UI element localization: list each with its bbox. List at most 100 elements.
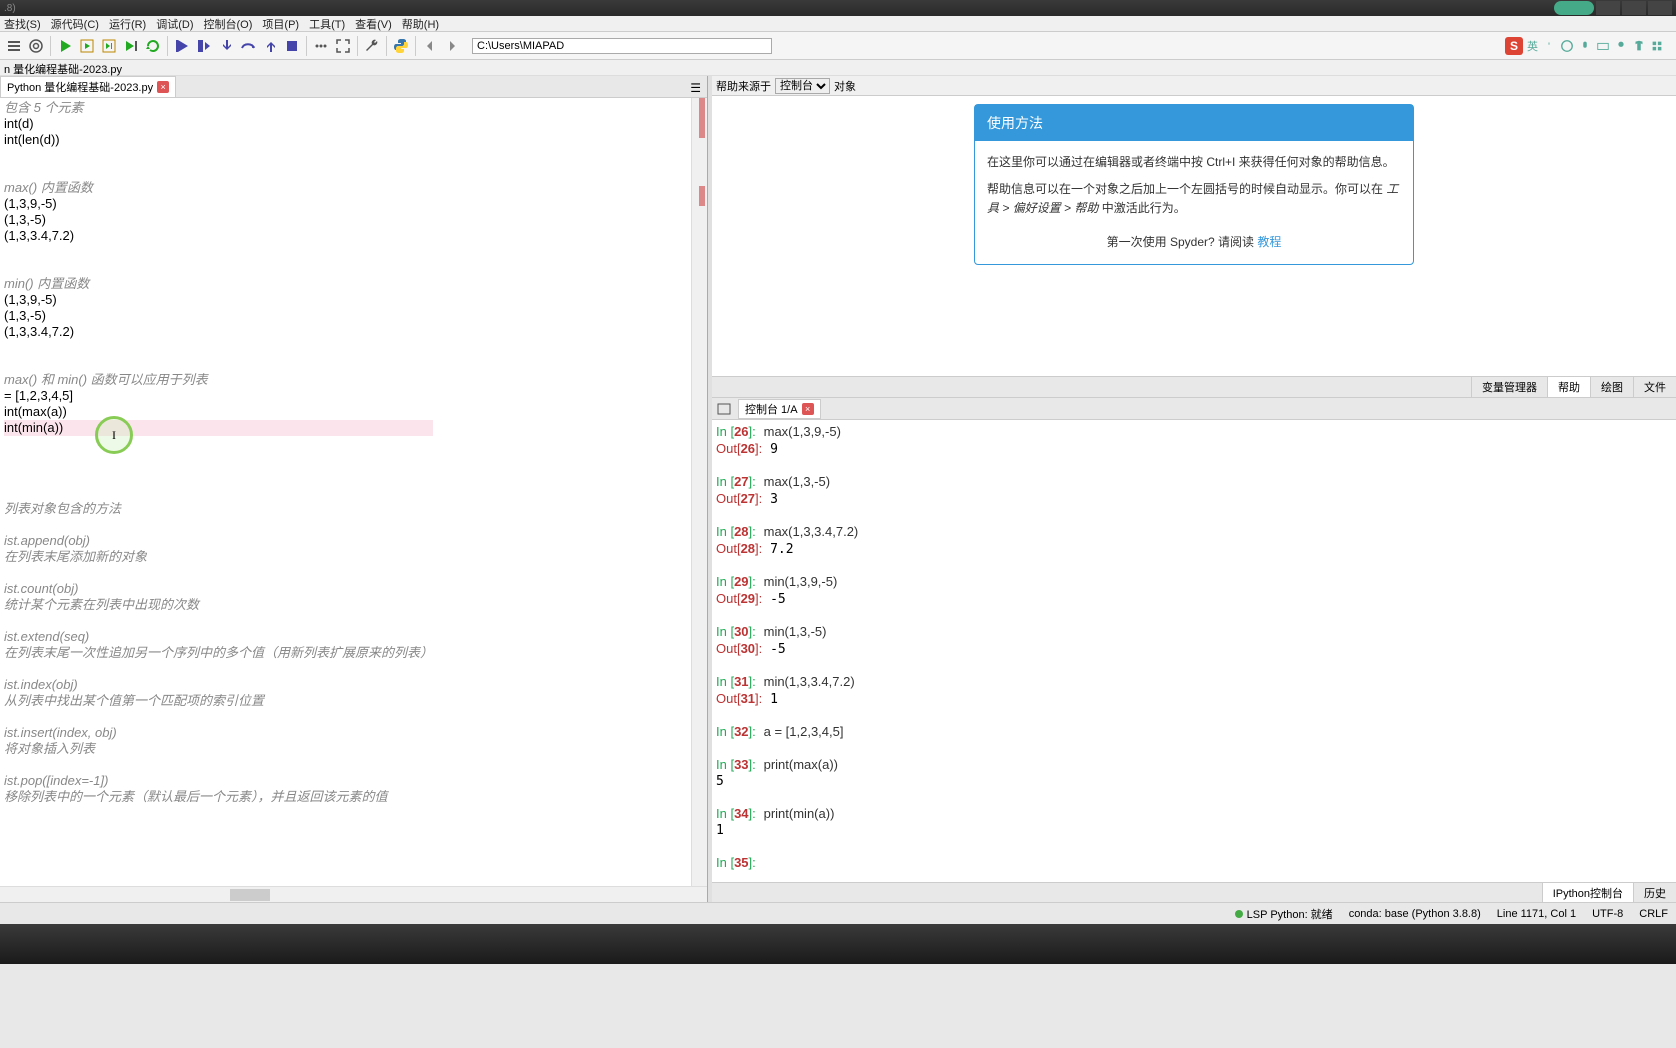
ime-face-icon[interactable] [1560,39,1574,53]
menu-tools[interactable]: 工具(T) [309,16,345,32]
panel-tabs: 变量管理器 帮助 绘图 文件 [712,376,1676,398]
scroll-marker [699,186,705,206]
menu-console[interactable]: 控制台(O) [204,16,253,32]
stop-icon[interactable] [282,36,302,56]
help-object-label: 对象 [834,78,856,94]
help-source-select[interactable]: 控制台 [775,78,830,94]
console-tab-label: 控制台 1/A [745,401,798,417]
bottom-tabs: IPython控制台 历史 [712,882,1676,902]
console-icon[interactable] [716,401,732,417]
filepath-bar: n 量化编程基础-2023.py [0,60,1676,76]
run-cell-icon[interactable] [77,36,97,56]
rerun-icon[interactable] [143,36,163,56]
ime-keyboard-icon[interactable] [1596,39,1610,53]
editor-panel: Python 量化编程基础-2023.py × ☰ 包含 5 个元素int(d)… [0,76,708,902]
close-button[interactable] [1648,1,1672,15]
help-title: 使用方法 [975,105,1413,141]
help-text-1: 在这里你可以通过在编辑器或者终端中按 Ctrl+I 来获得任何对象的帮助信息。 [987,153,1401,172]
separator [386,36,387,56]
ime-sogou-icon[interactable]: S [1505,37,1523,55]
separator [415,36,416,56]
main-area: Python 量化编程基础-2023.py × ☰ 包含 5 个元素int(d)… [0,76,1676,902]
ime-bar: S 英 ' [1505,37,1672,55]
statusbar: LSP Python: 就绪 conda: base (Python 3.8.8… [0,902,1676,924]
step-out-icon[interactable] [260,36,280,56]
status-position: Line 1171, Col 1 [1497,908,1576,920]
forward-icon[interactable] [442,36,462,56]
tab-menu-icon[interactable]: ☰ [684,79,707,97]
separator [306,36,307,56]
hscroll-thumb[interactable] [230,889,270,901]
help-toolbar: 帮助来源于 控制台 对象 [712,76,1676,96]
help-source-label: 帮助来源于 [716,78,771,94]
console-tab[interactable]: 控制台 1/A × [738,399,821,419]
titlebar-text: .8) [4,3,16,14]
menubar: 查找(S) 源代码(C) 运行(R) 调试(D) 控制台(O) 项目(P) 工具… [0,16,1676,32]
code-editor[interactable]: 包含 5 个元素int(d)int(len(d)) max() 内置函数(1,3… [0,98,707,886]
status-encoding: UTF-8 [1592,908,1623,920]
help-card: 使用方法 在这里你可以通过在编辑器或者终端中按 Ctrl+I 来获得任何对象的帮… [974,104,1414,265]
menu-debug[interactable]: 调试(D) [156,16,193,32]
tab-history[interactable]: 历史 [1633,883,1676,902]
status-dot-icon [1235,910,1243,918]
fullscreen-icon[interactable] [333,36,353,56]
file-tab[interactable]: Python 量化编程基础-2023.py × [0,76,176,97]
cursor-indicator: I [95,416,133,454]
tab-files[interactable]: 文件 [1633,377,1676,397]
status-lsp: LSP Python: 就绪 [1235,906,1333,922]
python-icon[interactable] [391,36,411,56]
step-into-icon[interactable] [216,36,236,56]
help-text-2: 帮助信息可以在一个对象之后加上一个左圆括号的时候自动显示。你可以在 工具 > 偏… [987,180,1401,218]
debug-icon[interactable] [172,36,192,56]
ime-user-icon[interactable] [1614,39,1628,53]
menu-run[interactable]: 运行(R) [109,16,146,32]
menu-find[interactable]: 查找(S) [4,16,41,32]
working-dir[interactable]: C:\Users\MIAPAD [472,38,772,54]
close-icon[interactable]: × [157,81,169,93]
tab-help[interactable]: 帮助 [1547,377,1590,397]
tutorial-link[interactable]: 教程 [1257,235,1281,249]
maximize-button[interactable] [1622,1,1646,15]
step-icon[interactable] [194,36,214,56]
ime-punct-icon[interactable]: ' [1542,39,1556,53]
ime-tool-icon[interactable] [1650,39,1664,53]
outline-icon[interactable] [4,36,24,56]
step-over-icon[interactable] [238,36,258,56]
svg-text:': ' [1548,40,1550,52]
window-progress [1554,1,1594,15]
run-cell-advance-icon[interactable] [99,36,119,56]
at-icon[interactable] [26,36,46,56]
console-tabs: 控制台 1/A × [712,398,1676,420]
menu-project[interactable]: 项目(P) [262,16,299,32]
hscrollbar[interactable] [0,886,707,902]
run-selection-icon[interactable] [121,36,141,56]
titlebar: .8) [0,0,1676,16]
tab-ipython[interactable]: IPython控制台 [1542,883,1633,902]
ime-lang[interactable]: 英 [1527,38,1538,54]
help-panel: 使用方法 在这里你可以通过在编辑器或者终端中按 Ctrl+I 来获得任何对象的帮… [712,96,1676,376]
tab-variables[interactable]: 变量管理器 [1471,377,1547,397]
window-controls [1554,1,1672,15]
ime-skin-icon[interactable] [1632,39,1646,53]
separator [50,36,51,56]
close-icon[interactable]: × [802,403,814,415]
wrench-icon[interactable] [362,36,382,56]
status-eol: CRLF [1639,908,1668,920]
separator [357,36,358,56]
status-conda: conda: base (Python 3.8.8) [1349,908,1481,920]
run-icon[interactable] [55,36,75,56]
vscrollbar[interactable] [691,98,707,886]
back-icon[interactable] [420,36,440,56]
taskbar[interactable] [0,924,1676,964]
ipython-console[interactable]: In [26]: max(1,3,9,-5) Out[26]: 9 In [27… [712,420,1676,882]
dots-icon[interactable] [311,36,331,56]
menu-view[interactable]: 查看(V) [355,16,392,32]
menu-help[interactable]: 帮助(H) [402,16,439,32]
menu-source[interactable]: 源代码(C) [51,16,99,32]
editor-tabs: Python 量化编程基础-2023.py × ☰ [0,76,707,98]
separator [167,36,168,56]
minimize-button[interactable] [1596,1,1620,15]
file-tab-label: Python 量化编程基础-2023.py [7,79,153,95]
ime-mic-icon[interactable] [1578,39,1592,53]
tab-plots[interactable]: 绘图 [1590,377,1633,397]
